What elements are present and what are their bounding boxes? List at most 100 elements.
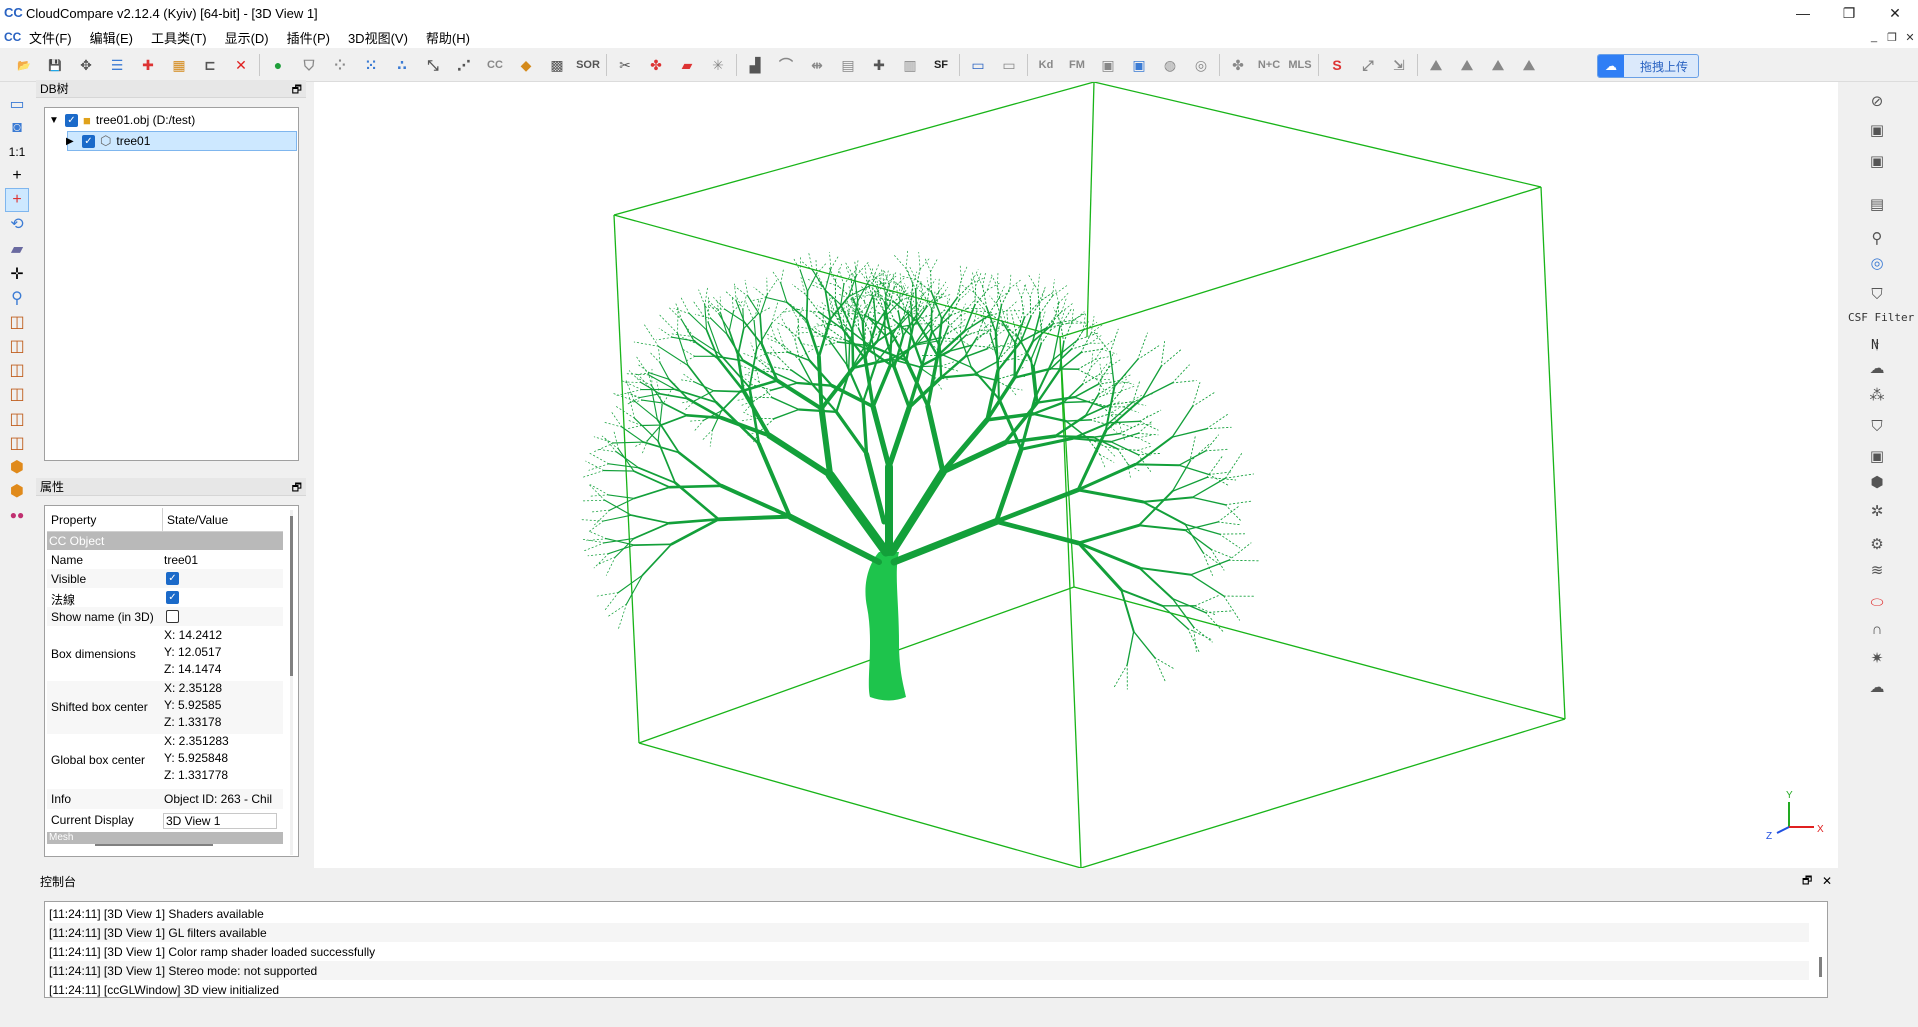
hpr-icon[interactable]: ☁ bbox=[1864, 356, 1890, 380]
view-top-icon[interactable]: ◫ bbox=[5, 310, 29, 334]
ellipse-icon[interactable]: ⬭ bbox=[1864, 590, 1890, 614]
color-icon[interactable]: ● bbox=[266, 53, 290, 77]
3d-view[interactable]: Y X Z bbox=[314, 81, 1838, 869]
tree-mesh[interactable] bbox=[581, 250, 1260, 701]
segment-icon[interactable]: ⊏ bbox=[198, 53, 222, 77]
view-back-icon[interactable]: ◫ bbox=[5, 382, 29, 406]
menu-3dviews[interactable]: 3D视图(V) bbox=[339, 28, 417, 47]
calc-icon[interactable]: ▤ bbox=[836, 53, 860, 77]
translate-rotate-icon[interactable]: ✥ bbox=[74, 53, 98, 77]
properties-scrollbar-thumb[interactable] bbox=[290, 516, 293, 676]
menu-display[interactable]: 显示(D) bbox=[216, 28, 278, 47]
plane-icon[interactable]: ▰ bbox=[675, 53, 699, 77]
upload-button[interactable]: ☁ 拖拽上传 bbox=[1597, 54, 1699, 78]
points-icon[interactable]: ∴ bbox=[390, 53, 414, 77]
card-icon[interactable]: ▣ bbox=[1096, 53, 1120, 77]
prop-value[interactable]: tree01 bbox=[164, 553, 284, 567]
expand-down-icon[interactable]: ▼ bbox=[49, 115, 63, 126]
display-select[interactable]: 3D View 1 bbox=[163, 813, 277, 829]
show-name-checkbox[interactable] bbox=[166, 610, 179, 623]
view-front-icon[interactable]: ◫ bbox=[5, 334, 29, 358]
brush-icon[interactable]: ⚲ bbox=[1864, 226, 1890, 250]
mountain2-icon[interactable]: ⛰ bbox=[1455, 53, 1479, 77]
sphere-icon[interactable]: ◍ bbox=[1158, 53, 1182, 77]
menu-tools[interactable]: 工具类(T) bbox=[142, 28, 216, 47]
shield2-icon[interactable]: ⛉ bbox=[1864, 414, 1890, 438]
mdi-restore-button[interactable]: ❐ bbox=[1882, 26, 1902, 48]
magnet-icon[interactable]: ∩ bbox=[1864, 617, 1890, 641]
curve-icon[interactable]: ⌒ bbox=[774, 53, 798, 77]
fm-icon[interactable]: FM bbox=[1065, 53, 1089, 77]
console-scrollbar[interactable] bbox=[1819, 957, 1822, 977]
front-iso-icon[interactable]: ⬢ bbox=[5, 455, 29, 479]
graph-icon[interactable]: ⤢ bbox=[1356, 53, 1380, 77]
minmax-icon[interactable]: ⇹ bbox=[805, 53, 829, 77]
mdi-close-button[interactable]: ✕ bbox=[1900, 26, 1918, 48]
ball-icon[interactable]: ◎ bbox=[1189, 53, 1213, 77]
ransac-icon[interactable]: ✲ bbox=[1864, 499, 1890, 523]
cc-icon[interactable]: CC bbox=[483, 53, 507, 77]
menu-plugins[interactable]: 插件(P) bbox=[278, 28, 339, 47]
mesh-visible-checkbox[interactable]: ✓ bbox=[82, 134, 95, 148]
zoom-icon[interactable]: ⚲ bbox=[5, 286, 29, 310]
list-icon[interactable]: ☰ bbox=[105, 53, 129, 77]
mdi-minimize-button[interactable]: _ bbox=[1864, 26, 1884, 48]
merge-icon[interactable]: ▦ bbox=[167, 53, 191, 77]
tree-item-mesh[interactable]: ▶ ✓ ⬡ tree01 bbox=[66, 131, 297, 151]
crosshair-icon[interactable]: + bbox=[5, 164, 29, 188]
mountain3-icon[interactable]: ⛰ bbox=[1486, 53, 1510, 77]
file-visible-checkbox[interactable]: ✓ bbox=[65, 113, 78, 127]
canupo-classify-icon[interactable]: ▭ bbox=[997, 53, 1021, 77]
tree-item-file[interactable]: ▼ ✓ ■ tree01.obj (D:/test) bbox=[49, 110, 195, 130]
cdl-icon[interactable]: ▣ bbox=[1864, 118, 1890, 142]
mountain4-icon[interactable]: ⛰ bbox=[1517, 53, 1541, 77]
tool-icon[interactable]: ✳ bbox=[706, 53, 730, 77]
axis-icon[interactable]: ✤ bbox=[644, 53, 668, 77]
expand-right-icon[interactable]: ▶ bbox=[66, 136, 80, 147]
sor-icon[interactable]: SOR bbox=[576, 53, 600, 77]
histogram-icon[interactable]: ▟ bbox=[743, 53, 767, 77]
menu-edit[interactable]: 编辑(E) bbox=[81, 28, 142, 47]
camera-icon[interactable]: ◙ bbox=[5, 116, 29, 140]
rotate-icon[interactable]: ⟲ bbox=[5, 212, 29, 236]
no-entry-icon[interactable]: ⊘ bbox=[1864, 89, 1890, 113]
kd-icon[interactable]: Kd bbox=[1034, 53, 1058, 77]
open-icon[interactable]: 📂 bbox=[12, 53, 36, 77]
nc-icon[interactable]: N+C bbox=[1257, 53, 1281, 77]
table-icon[interactable]: ▥ bbox=[898, 53, 922, 77]
view-bottom-icon[interactable]: ◫ bbox=[5, 431, 29, 455]
minimize-button[interactable]: — bbox=[1780, 0, 1826, 26]
mountain1-icon[interactable]: ⛰ bbox=[1424, 53, 1448, 77]
properties-hscrollbar[interactable] bbox=[95, 844, 213, 846]
pan-icon[interactable]: ✛ bbox=[5, 262, 29, 286]
hexagon-icon[interactable]: ⬢ bbox=[1864, 470, 1890, 494]
3d-scene[interactable]: Y X Z bbox=[314, 81, 1838, 869]
mls-icon[interactable]: MLS bbox=[1288, 53, 1312, 77]
auto-pivot-icon[interactable]: + bbox=[5, 188, 29, 212]
fire-icon[interactable]: ✷ bbox=[1864, 646, 1890, 670]
plus-icon[interactable]: ✚ bbox=[867, 53, 891, 77]
delete-icon[interactable]: ✕ bbox=[229, 53, 253, 77]
m3c2-icon[interactable]: ⁂ bbox=[1864, 383, 1890, 407]
subsample-icon[interactable]: ⁙ bbox=[359, 53, 383, 77]
view-left-icon[interactable]: ◫ bbox=[5, 358, 29, 382]
camera-icon[interactable]: ▣ bbox=[1127, 53, 1151, 77]
noise-icon[interactable]: ⋰ bbox=[452, 53, 476, 77]
register-icon[interactable]: ⤡ bbox=[421, 53, 445, 77]
canupo-create-icon[interactable]: ▭ bbox=[966, 53, 990, 77]
sf-icon[interactable]: SF bbox=[929, 53, 953, 77]
view-right-icon[interactable]: ◫ bbox=[5, 407, 29, 431]
clone-icon[interactable]: ✚ bbox=[136, 53, 160, 77]
cut-icon[interactable]: ✂ bbox=[613, 53, 637, 77]
pcv-icon[interactable]: ▣ bbox=[1864, 444, 1890, 468]
stereo-icon[interactable]: ●● bbox=[5, 503, 29, 527]
cube-icon[interactable]: ▰ bbox=[5, 237, 29, 261]
menu-file[interactable]: 文件(F) bbox=[20, 28, 81, 47]
menu-help[interactable]: 帮助(H) bbox=[417, 28, 479, 47]
monitor-icon[interactable]: ▭ bbox=[5, 92, 29, 116]
puzzle-icon[interactable]: ✤ bbox=[1226, 53, 1250, 77]
console-close-icon[interactable]: ✕ bbox=[1822, 874, 1832, 888]
visible-checkbox[interactable]: ✓ bbox=[166, 572, 179, 585]
compass-icon[interactable]: ◎ bbox=[1864, 251, 1890, 275]
ssm-icon[interactable]: ▣ bbox=[1864, 149, 1890, 173]
